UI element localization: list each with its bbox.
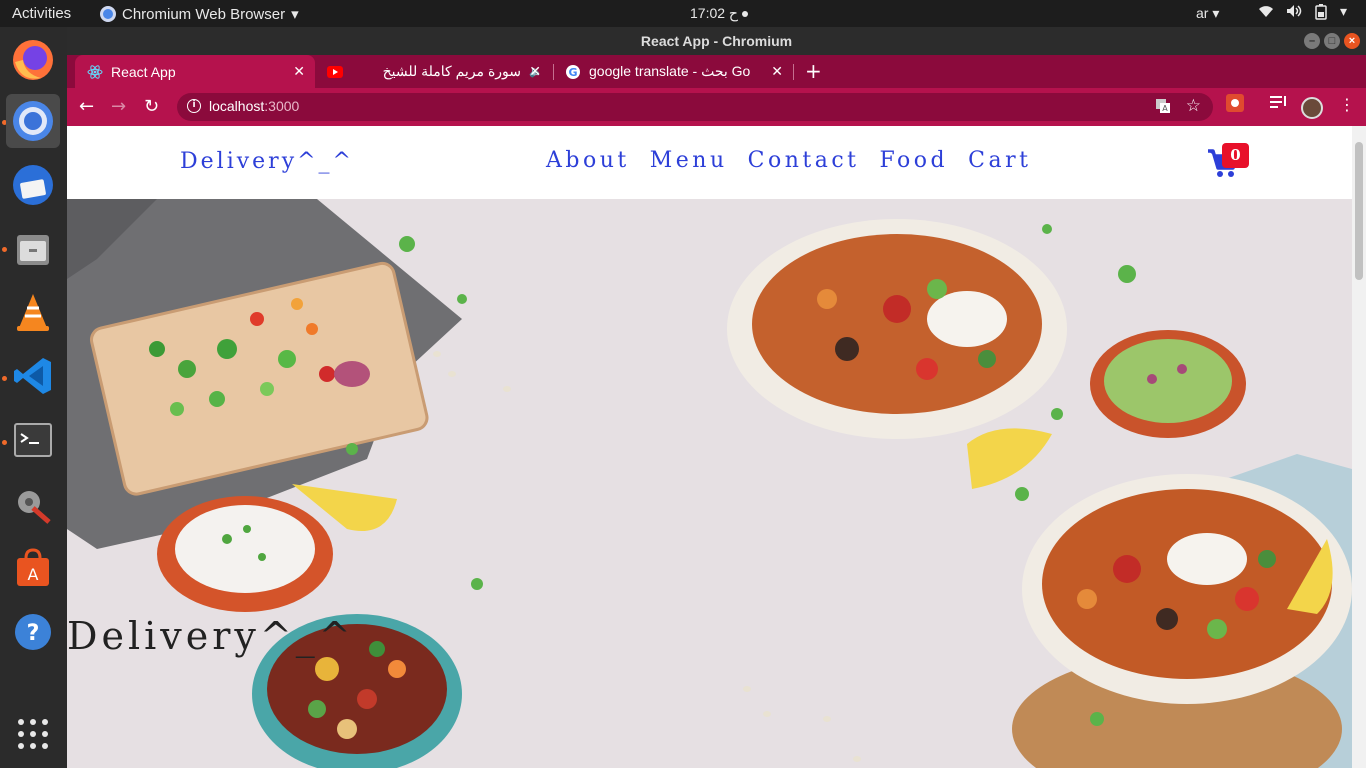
hero-food-image [67, 199, 1352, 768]
terminal-icon [14, 423, 52, 457]
site-navbar: Delivery^_^ About Menu Contact Food Cart… [67, 126, 1352, 199]
hero-section: Delivery^_^ [67, 199, 1352, 768]
page-scrollbar[interactable] [1352, 126, 1366, 768]
svg-text:A: A [1162, 104, 1168, 113]
notification-dot-icon [741, 10, 748, 17]
dock-terminal[interactable] [6, 413, 60, 467]
tab-google-translate[interactable]: G google translate - بحث Go ✕ [553, 55, 793, 88]
dock-help[interactable]: ? [6, 605, 60, 659]
keyboard-layout-indicator[interactable]: ar ▾ [1196, 5, 1219, 22]
nav-link-contact[interactable]: Contact [748, 148, 860, 173]
svg-text:A: A [28, 565, 39, 584]
address-bar[interactable]: i localhost:3000 A ☆ [177, 93, 1213, 121]
scrollbar-thumb[interactable] [1355, 142, 1363, 280]
gnome-top-bar: Activities Chromium Web Browser ▾ ح 17:0… [0, 0, 1366, 27]
clock[interactable]: ح 17:02 [690, 5, 748, 22]
reload-button[interactable]: ↻ [144, 96, 159, 117]
react-icon [87, 64, 103, 80]
browser-toolbar: ← → ↻ i localhost:3000 A ☆ ⋮ [67, 88, 1366, 126]
app-menu-label: Chromium Web Browser [122, 5, 286, 23]
window-titlebar[interactable]: React App - Chromium – □ × [67, 27, 1366, 55]
close-tab-icon[interactable]: ✕ [293, 63, 305, 80]
software-center-icon: A [17, 548, 49, 586]
window-controls: – □ × [1304, 33, 1360, 49]
settings-icon [18, 491, 51, 524]
chromium-icon [13, 101, 53, 141]
chevron-down-icon: ▾ [1340, 4, 1348, 20]
site-brand-link[interactable]: Delivery^_^ [180, 149, 354, 174]
dock-thunderbird[interactable] [6, 158, 60, 212]
close-tab-icon[interactable]: ✕ [771, 63, 783, 80]
dock-vscode[interactable] [6, 349, 60, 403]
site-nav-links: About Menu Contact Food Cart [546, 148, 1031, 173]
firefox-icon [13, 40, 53, 80]
tab-react-app[interactable]: React App ✕ [75, 55, 315, 88]
profile-avatar[interactable] [1301, 97, 1323, 119]
chromium-small-icon [100, 6, 116, 22]
nav-link-cart[interactable]: Cart [968, 148, 1031, 173]
chevron-down-icon: ▾ [291, 6, 299, 23]
svg-text:?: ? [27, 621, 40, 646]
dock-chromium[interactable] [6, 94, 60, 148]
tab-title: React App [111, 63, 176, 80]
chromium-window: React App - Chromium – □ × React App ✕ س… [67, 27, 1366, 768]
media-controls-icon[interactable] [1270, 94, 1288, 114]
vlc-icon [17, 294, 49, 331]
google-icon: G [565, 64, 581, 80]
maximize-button[interactable]: □ [1324, 33, 1340, 49]
thunderbird-icon [13, 165, 53, 205]
svg-text:G: G [568, 66, 577, 79]
clock-time: ح 17:02 [690, 5, 738, 21]
keyboard-layout-label: ar [1196, 5, 1209, 21]
app-menu[interactable]: Chromium Web Browser ▾ [100, 5, 299, 23]
wifi-icon [1258, 4, 1274, 24]
dock-vlc[interactable] [6, 285, 60, 339]
url-port: :3000 [264, 98, 300, 114]
extension-icon[interactable] [1226, 94, 1244, 116]
url-text: localhost:3000 [209, 98, 299, 114]
activities-button[interactable]: Activities [12, 5, 71, 22]
tab-youtube[interactable]: سورة مريم كاملة للشيخ 🔈 ✕ [315, 55, 551, 88]
tab-strip: React App ✕ سورة مريم كاملة للشيخ 🔈 ✕ G … [67, 55, 1366, 88]
window-title: React App - Chromium [640, 33, 793, 49]
ubuntu-dock: A ? [0, 27, 67, 768]
help-icon: ? [15, 614, 51, 650]
new-tab-button[interactable]: + [805, 59, 822, 83]
more-menu-icon[interactable]: ⋮ [1339, 95, 1355, 114]
battery-icon [1314, 4, 1328, 24]
site-info-icon[interactable]: i [187, 99, 201, 113]
app-grid-icon [18, 719, 48, 749]
forward-button[interactable]: → [111, 96, 126, 117]
nav-link-about[interactable]: About [546, 148, 630, 173]
back-button[interactable]: ← [79, 96, 94, 117]
volume-icon [1286, 4, 1302, 24]
dock-show-apps[interactable] [6, 707, 60, 761]
system-menu[interactable]: ▾ [1258, 4, 1347, 24]
translate-icon[interactable]: A [1155, 98, 1171, 118]
tab-title: سورة مريم كاملة للشيخ [382, 63, 521, 79]
dock-firefox[interactable] [6, 33, 60, 87]
dock-software[interactable]: A [6, 541, 60, 595]
tab-title: google translate - بحث Go [589, 63, 751, 79]
minimize-button[interactable]: – [1304, 33, 1320, 49]
nav-link-food[interactable]: Food [880, 148, 949, 173]
tab-separator [793, 64, 794, 80]
web-page: Delivery^_^ About Menu Contact Food Cart… [67, 126, 1352, 768]
close-tab-icon[interactable]: ✕ [529, 63, 541, 80]
cart-count-badge: 0 [1222, 143, 1249, 168]
youtube-icon [327, 64, 343, 80]
close-window-button[interactable]: × [1344, 33, 1360, 49]
nav-link-menu[interactable]: Menu [650, 148, 728, 173]
dock-settings[interactable] [6, 477, 60, 531]
files-icon [17, 235, 49, 265]
vscode-icon [14, 358, 51, 394]
url-host: localhost [209, 98, 265, 114]
dock-files[interactable] [6, 222, 60, 276]
bookmark-star-icon[interactable]: ☆ [1186, 96, 1201, 116]
hero-title: Delivery^_^ [67, 614, 355, 658]
